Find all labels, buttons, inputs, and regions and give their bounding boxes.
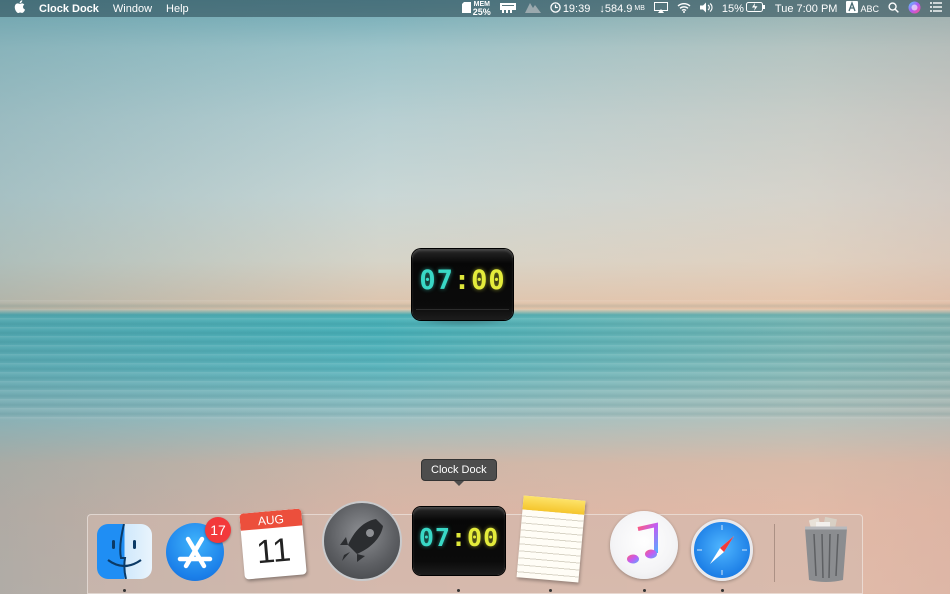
- clock-dock-icon[interactable]: 07:00: [413, 507, 505, 575]
- safari-running-dot: [721, 589, 724, 592]
- mountain-icon[interactable]: [524, 1, 541, 16]
- widget-lcd: 07:00: [412, 249, 513, 320]
- widget-colon: :: [453, 264, 472, 296]
- input-source[interactable]: ABC: [846, 1, 879, 16]
- clock-dock-lcd: 07:00: [413, 507, 505, 575]
- notification-center-icon[interactable]: [930, 2, 942, 15]
- notes-running-dot: [549, 589, 552, 592]
- itunes-running-dot: [643, 589, 646, 592]
- trash-icon[interactable]: [800, 516, 852, 584]
- input-source-a-icon: [846, 1, 859, 16]
- itunes-icon[interactable]: [610, 511, 678, 579]
- widget-hours: 07: [419, 264, 454, 296]
- download-unit: MB: [634, 5, 645, 12]
- menu-help[interactable]: Help: [166, 3, 189, 15]
- siri-icon[interactable]: [908, 1, 921, 17]
- battery-status[interactable]: 15%: [722, 2, 766, 15]
- clock-dock-minutes: 00: [467, 522, 500, 552]
- download-rate: ↓584.9: [599, 2, 633, 15]
- safari-icon[interactable]: [691, 519, 753, 581]
- input-source-label: ABC: [860, 3, 879, 14]
- calendar-day: 11: [254, 530, 293, 571]
- battery-percent: 15%: [721, 2, 744, 15]
- mem-value: 25%: [472, 7, 491, 17]
- apple-menu-icon[interactable]: [14, 0, 26, 17]
- dock-separator: [774, 524, 775, 582]
- dock-tooltip: Clock Dock: [421, 459, 497, 486]
- app-store-badge: 17: [205, 517, 231, 543]
- ram-chip-icon[interactable]: [499, 2, 516, 16]
- menu-bar: Clock Dock Window Help MEM 25% 19:39 ↓58…: [0, 0, 950, 17]
- calendar-icon[interactable]: AUG 11: [239, 508, 307, 580]
- widget-minutes: 00: [471, 264, 506, 296]
- network-download[interactable]: ↓584.9 MB: [599, 3, 645, 15]
- volume-icon[interactable]: [699, 2, 713, 16]
- clock-status[interactable]: 19:39: [550, 1, 591, 16]
- finder-running-dot: [123, 589, 126, 592]
- mem-monitor[interactable]: MEM 25%: [461, 1, 491, 17]
- spotlight-search-icon[interactable]: [888, 1, 899, 16]
- widget-time: 07:00: [412, 249, 513, 311]
- notes-page: [516, 495, 586, 583]
- mem-readout: MEM 25%: [472, 1, 491, 17]
- wifi-icon[interactable]: [677, 2, 691, 16]
- desktop-clock-widget[interactable]: 07:00: [412, 249, 513, 323]
- app-name-menu[interactable]: Clock Dock: [39, 3, 99, 15]
- notes-icon[interactable]: [516, 495, 586, 583]
- widget-ridge: [416, 309, 509, 316]
- clock-dock-colon: :: [450, 522, 468, 552]
- menubar-datetime[interactable]: Tue 7:00 PM: [775, 3, 838, 15]
- clock-status-time: 19:39: [562, 2, 591, 15]
- clock-dock-time: 07:00: [413, 507, 505, 567]
- clock-dock-hours: 07: [418, 522, 451, 552]
- calendar-page: AUG 11: [239, 508, 307, 580]
- menu-window[interactable]: Window: [113, 3, 152, 15]
- clock-icon: [550, 1, 561, 16]
- battery-charging-icon: [745, 2, 766, 15]
- finder-icon[interactable]: [97, 524, 152, 579]
- clock-dock-running-dot: [457, 589, 460, 592]
- sd-card-icon: [461, 1, 471, 16]
- airplay-icon[interactable]: [653, 1, 668, 16]
- launchpad-icon[interactable]: [322, 501, 402, 581]
